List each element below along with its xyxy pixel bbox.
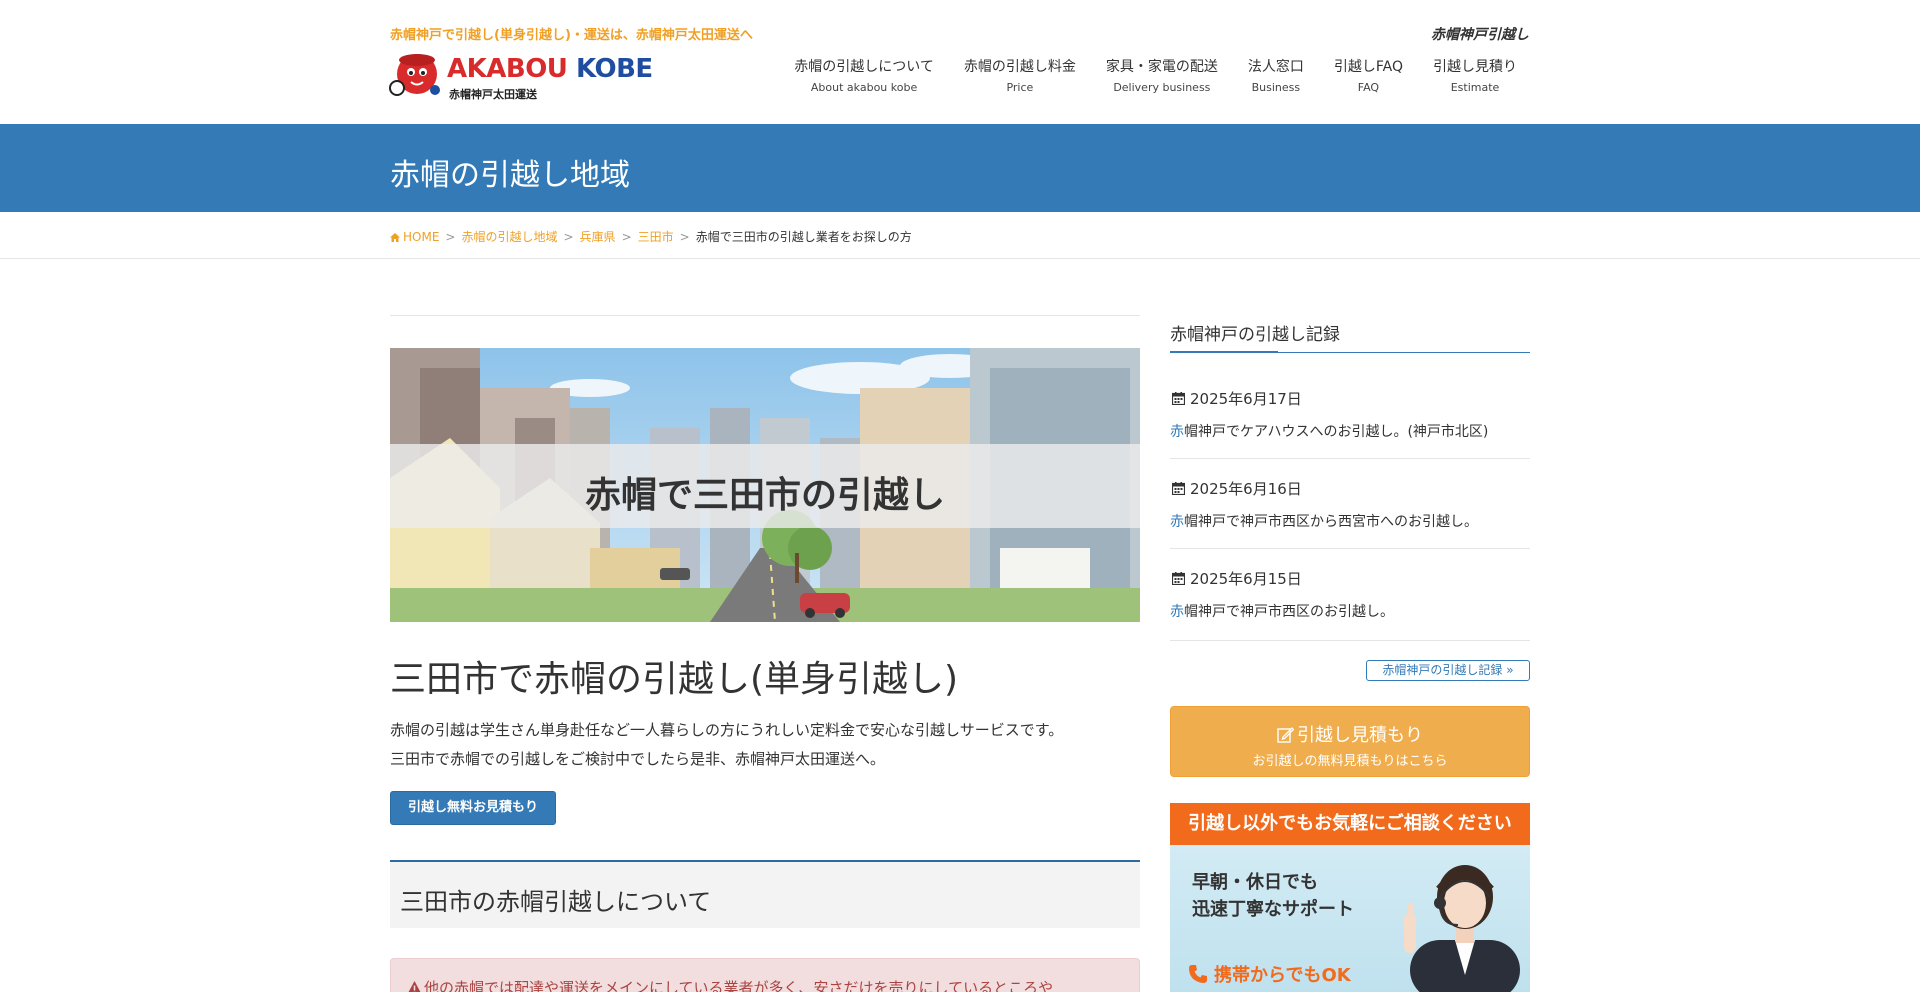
breadcrumb-separator: > [621,229,632,244]
notice-alert-text: 他の赤帽では配達や運送をメインにしている業者が多く、安さだけを売りにしているとこ… [407,977,1053,992]
record-title-first-char: 赤 [1170,514,1184,530]
breadcrumb-item-prefecture[interactable]: 兵庫県 [580,228,616,245]
intro-line: 赤帽の引越は学生さん単身赴任など一人暮らしの方にうれしい定料金で安心な引越しサー… [390,721,1064,739]
record-title-rest: 帽神戸で神戸市西区のお引越し。 [1184,604,1394,620]
breadcrumb-item-area[interactable]: 赤帽の引越し地域 [461,228,557,245]
nav-item-label: 赤帽の引越し料金 [963,59,1076,75]
support-line: 早朝・休日でも [1192,872,1318,893]
page-title: 赤帽の引越し地域 [390,158,630,193]
free-quote-button[interactable]: 引越し無料お見積もり [390,791,556,825]
subsection-heading-box: 三田市の赤帽引越しについて [390,860,1140,928]
record-item[interactable]: 2025年6月17日 赤帽神戸でケアハウスへのお引越し。(神戸市北区) [1170,388,1530,459]
record-title[interactable]: 赤帽神戸で神戸市西区から西宮市へのお引越し。 [1170,511,1478,531]
site-header: 赤帽神戸で引越し(単身引越し)・運送は、赤帽神戸太田運送へ 赤帽神戸引越し AK… [0,0,1920,124]
nav-item-business[interactable]: 法人窓口 Business [1233,56,1319,94]
nav-item-delivery[interactable]: 家具・家電の配送 Delivery business [1091,56,1233,94]
operator-illustration [1404,865,1520,992]
nav-item-about[interactable]: 赤帽の引越しについて About akabou kobe [779,56,949,94]
estimate-button-subtitle: お引越しの無料見積もりはこちら [1252,754,1448,769]
intro-text: 赤帽の引越は学生さん単身赴任など一人暮らしの方にうれしい定料金で安心な引越しサー… [390,716,1140,774]
record-date-text: 2025年6月16日 [1190,480,1302,498]
nav-item-label: 赤帽の引越しについて [794,59,934,75]
sidebar-records-title: 赤帽神戸の引越し記録 [1170,325,1340,345]
breadcrumb-current: 赤帽で三田市の引越し業者をお探しの方 [695,230,912,244]
home-icon [390,232,400,242]
record-date-text: 2025年6月15日 [1190,570,1302,588]
calendar-icon [1172,482,1185,495]
nav-item-sublabel: Business [1251,81,1301,94]
breadcrumb: HOME > 赤帽の引越し地域 > 兵庫県 > 三田市 > 赤帽で三田市の引越し… [390,228,912,245]
nav-item-sublabel: Price [1006,81,1034,94]
nav-item-sublabel: Delivery business [1113,81,1211,94]
nav-item-sublabel: FAQ [1357,81,1380,94]
site-logo[interactable]: AKABOU KOBE 赤帽神戸太田運送 [389,50,654,102]
estimate-button-title: 引越し見積もり [1297,725,1423,746]
header-top-right-text: 赤帽神戸引越し [1431,27,1529,43]
record-title[interactable]: 赤帽神戸で神戸市西区のお引越し。 [1170,601,1394,621]
nav-item-faq[interactable]: 引越しFAQ FAQ [1319,56,1418,94]
calendar-icon [1172,392,1185,405]
nav-item-label: 法人窓口 [1247,59,1304,75]
main-divider [390,315,1140,316]
estimate-button[interactable]: 引越し見積もり お引越しの無料見積もりはこちら [1170,706,1530,777]
logo-word-red: AKABOU [447,54,568,84]
support-banner-heading: 引越し以外でもお気軽にご相談ください [1170,803,1530,845]
record-date: 2025年6月15日 [1172,568,1302,589]
main-nav: 赤帽の引越しについて About akabou kobe 赤帽の引越し料金 Pr… [779,56,1532,94]
support-phone-text: 携帯からでもOK [1214,965,1351,986]
nav-item-sublabel: Estimate [1450,81,1500,94]
record-title-first-char: 赤 [1170,604,1184,620]
nav-item-sublabel: About akabou kobe [810,81,918,94]
mascot-logo-icon [389,54,440,96]
nav-item-estimate[interactable]: 引越し見積り Estimate [1418,56,1532,94]
nav-item-label: 引越し見積り [1433,59,1517,75]
logo-word-blue: KOBE [576,54,653,84]
breadcrumb-home-label: HOME [403,229,440,244]
nav-item-label: 引越しFAQ [1333,59,1403,75]
nav-item-price[interactable]: 赤帽の引越し料金 Price [949,56,1091,94]
notice-alert: 他の赤帽では配達や運送をメインにしている業者が多く、安さだけを売りにしているとこ… [390,958,1140,992]
breadcrumb-separator: > [445,229,456,244]
logo-subtitle: 赤帽神戸太田運送 [449,88,537,101]
nav-item-label: 家具・家電の配送 [1105,59,1218,75]
record-item[interactable]: 2025年6月16日 赤帽神戸で神戸市西区から西宮市へのお引越し。 [1170,478,1530,549]
breadcrumb-item-city[interactable]: 三田市 [638,228,674,245]
support-banner-text: 早朝・休日でも 迅速丁寧なサポート [1192,869,1354,923]
breadcrumb-bar: HOME > 赤帽の引越し地域 > 兵庫県 > 三田市 > 赤帽で三田市の引越し… [0,212,1920,259]
record-title-first-char: 赤 [1170,424,1184,440]
edit-icon [1277,727,1294,743]
intro-line: 三田市で赤帽での引越しをご検討中でしたら是非、赤帽神戸太田運送へ。 [390,750,886,768]
breadcrumb-home[interactable]: HOME [390,230,439,244]
hero-title: 赤帽で三田市の引越し [584,475,945,516]
support-line: 迅速丁寧なサポート [1192,899,1354,920]
record-title[interactable]: 赤帽神戸でケアハウスへのお引越し。(神戸市北区) [1170,421,1488,441]
record-date: 2025年6月17日 [1172,388,1302,409]
notice-alert-body: 他の赤帽では配達や運送をメインにしている業者が多く、安さだけを売りにしているとこ… [424,979,1054,992]
page-banner: 赤帽の引越し地域 [0,124,1920,212]
record-date-text: 2025年6月17日 [1190,390,1302,408]
hero-image: 赤帽で三田市の引越し [390,348,1140,622]
subsection-heading: 三田市の赤帽引越しについて [400,888,712,916]
section-title: 三田市で赤帽の引越し(単身引越し) [390,659,959,700]
record-item[interactable]: 2025年6月15日 赤帽神戸で神戸市西区のお引越し。 [1170,568,1530,641]
logo-wordmark: AKABOU KOBE [447,54,653,84]
support-banner[interactable]: 引越し以外でもお気軽にご相談ください 早朝・休日でも 迅速丁寧なサポート 携帯か… [1170,803,1530,992]
breadcrumb-separator: > [563,229,574,244]
record-date: 2025年6月16日 [1172,478,1302,499]
sidebar-title-underline [1170,351,1530,353]
site-tagline: 赤帽神戸で引越し(単身引越し)・運送は、赤帽神戸太田運送へ [390,28,753,43]
record-title-rest: 帽神戸でケアハウスへのお引越し。(神戸市北区) [1184,424,1489,440]
records-more-button[interactable]: 赤帽神戸の引越し記録 » [1366,660,1530,681]
breadcrumb-separator: > [679,229,690,244]
record-title-rest: 帽神戸で神戸市西区から西宮市へのお引越し。 [1184,514,1478,530]
support-phone: 携帯からでもOK [1188,961,1351,987]
phone-icon [1189,965,1207,983]
warning-icon [408,981,421,992]
estimate-button-title-row: 引越し見積もり [1171,721,1529,747]
calendar-icon [1172,572,1185,585]
